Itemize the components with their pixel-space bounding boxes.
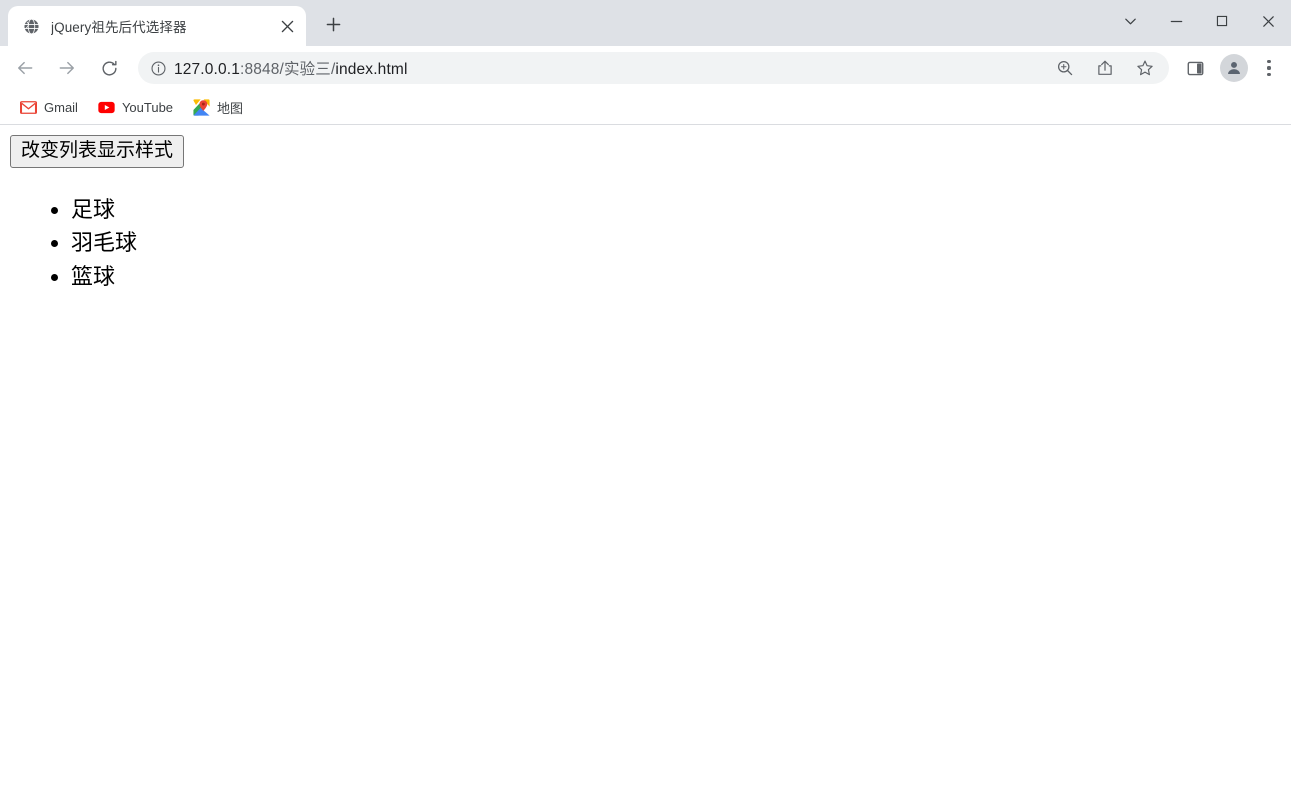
bookmark-youtube[interactable]: YouTube <box>90 94 181 120</box>
menu-dot <box>1267 66 1271 70</box>
bookmarks-bar: Gmail YouTube 地图 <box>0 90 1291 125</box>
globe-icon <box>22 17 40 35</box>
bookmark-label: 地图 <box>217 100 244 116</box>
bookmark-gmail[interactable]: Gmail <box>12 94 86 120</box>
plus-icon <box>326 17 340 31</box>
list-item: 足球 <box>71 193 1283 226</box>
toolbar-trailing-actions <box>1169 52 1283 84</box>
reload-icon <box>101 60 117 76</box>
maximize-icon <box>1216 15 1228 27</box>
change-list-style-button[interactable]: 改变列表显示样式 <box>10 135 185 168</box>
browser-toolbar: 127.0.0.1:8848/实验三/index.html <box>0 46 1291 90</box>
bookmark-star-icon[interactable] <box>1130 53 1160 83</box>
bookmark-label: Gmail <box>44 99 78 115</box>
gmail-icon <box>20 99 37 116</box>
info-circle-icon[interactable] <box>144 54 172 82</box>
back-button[interactable] <box>7 50 43 86</box>
zoom-icon[interactable] <box>1050 53 1080 83</box>
reload-button[interactable] <box>91 50 127 86</box>
maximize-button[interactable] <box>1199 0 1245 42</box>
forward-button[interactable] <box>49 50 85 86</box>
minimize-button[interactable] <box>1153 0 1199 42</box>
youtube-icon <box>98 99 115 116</box>
new-tab-button[interactable] <box>318 9 348 39</box>
address-bar[interactable]: 127.0.0.1:8848/实验三/index.html <box>138 52 1169 84</box>
chevron-down-icon <box>1124 18 1136 24</box>
chrome-menu-icon[interactable] <box>1255 52 1283 84</box>
bookmark-label: YouTube <box>121 99 174 115</box>
sports-list: 足球 羽毛球 篮球 <box>8 193 1283 293</box>
browser-tab-active[interactable]: jQuery祖先后代选择器 <box>8 6 306 46</box>
tab-search-button[interactable] <box>1107 0 1153 42</box>
url-file: index.html <box>335 61 408 78</box>
list-item: 篮球 <box>71 260 1283 293</box>
profile-avatar[interactable] <box>1220 54 1248 82</box>
list-item: 羽毛球 <box>71 226 1283 259</box>
window-controls <box>1107 0 1291 42</box>
url-text[interactable]: 127.0.0.1:8848/实验三/index.html <box>174 57 1045 79</box>
tab-close-icon[interactable] <box>274 13 300 39</box>
page-body: 改变列表显示样式 足球 羽毛球 篮球 <box>0 125 1291 301</box>
bookmark-maps[interactable]: 地图 <box>185 94 251 120</box>
url-path: :8848/实验三/ <box>240 61 336 78</box>
url-host: 127.0.0.1 <box>174 61 240 78</box>
google-maps-icon <box>193 98 210 116</box>
menu-dot <box>1267 72 1271 76</box>
menu-dot <box>1267 60 1271 64</box>
page-viewport: 改变列表显示样式 足球 羽毛球 篮球 <box>0 125 1291 797</box>
side-panel-icon[interactable] <box>1179 52 1211 84</box>
arrow-left-icon <box>18 61 33 75</box>
tab-title: jQuery祖先后代选择器 <box>51 20 187 35</box>
arrow-right-icon <box>59 61 74 75</box>
omnibox-actions <box>1045 53 1169 83</box>
minimize-icon <box>1170 20 1182 22</box>
close-button[interactable] <box>1245 0 1291 42</box>
browser-window: jQuery祖先后代选择器 127.0.0.1:8848/实验三/index.h… <box>0 0 1291 797</box>
share-icon[interactable] <box>1090 53 1120 83</box>
tab-strip: jQuery祖先后代选择器 <box>0 0 1291 46</box>
close-icon <box>1262 15 1274 27</box>
